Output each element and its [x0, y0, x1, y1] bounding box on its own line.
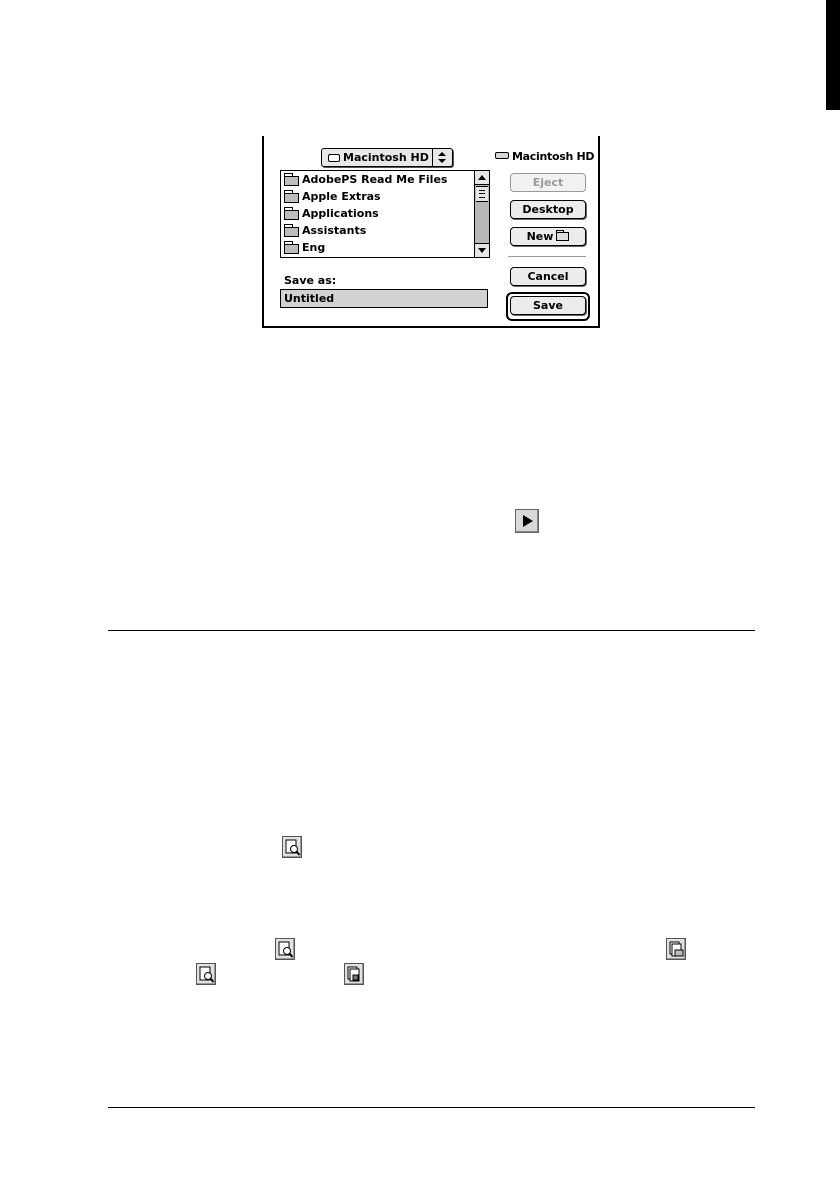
page-edge-tab — [826, 0, 840, 110]
location-popup-label: Macintosh HD — [343, 151, 429, 164]
volume-label: Macintosh HD — [495, 150, 595, 163]
play-triangle-icon[interactable] — [515, 509, 539, 533]
hard-disk-icon — [328, 154, 340, 162]
list-item[interactable]: Applications — [284, 205, 379, 222]
eject-button[interactable]: Eject — [510, 173, 586, 192]
volume-name: Macintosh HD — [512, 150, 595, 163]
scroll-thumb[interactable] — [476, 186, 488, 202]
default-button-ring: Save — [506, 292, 590, 321]
list-item-label: Applications — [302, 207, 379, 220]
new-folder-button[interactable]: New — [510, 227, 586, 246]
list-item-label: Eng — [302, 241, 326, 254]
folder-icon — [284, 173, 299, 186]
save-as-label: Save as: — [284, 274, 337, 287]
file-list-scrollbar[interactable] — [474, 171, 489, 257]
preview-magnifier-icon[interactable] — [282, 836, 302, 858]
file-list[interactable]: AdobePS Read Me Files Apple Extras Appli… — [280, 170, 490, 258]
folder-icon — [284, 190, 299, 203]
save-dialog: Macintosh HD Macintosh HD AdobePS Read M… — [262, 136, 600, 328]
scroll-up-arrow-icon[interactable] — [475, 171, 489, 185]
preview-magnifier-icon[interactable] — [196, 963, 216, 985]
folder-icon — [556, 230, 570, 241]
save-file-icon[interactable] — [344, 963, 364, 985]
desktop-button[interactable]: Desktop — [510, 200, 586, 219]
new-folder-button-label: New — [526, 230, 554, 243]
list-item-label: Apple Extras — [302, 190, 381, 203]
list-item[interactable]: Assistants — [284, 222, 366, 239]
list-item-label: AdobePS Read Me Files — [302, 173, 448, 186]
section-divider — [108, 630, 755, 631]
print-icon[interactable] — [666, 938, 686, 960]
list-item-label: Assistants — [302, 224, 367, 237]
preview-magnifier-icon[interactable] — [275, 938, 295, 960]
hard-disk-icon — [495, 152, 509, 159]
location-popup[interactable]: Macintosh HD — [321, 148, 453, 167]
folder-icon — [284, 241, 299, 254]
popup-arrows-icon — [432, 149, 452, 166]
footer-divider — [108, 1107, 755, 1108]
folder-icon — [284, 207, 299, 220]
save-button[interactable]: Save — [510, 296, 586, 315]
button-divider — [508, 256, 586, 257]
scroll-down-arrow-icon[interactable] — [475, 243, 489, 257]
list-item[interactable]: AdobePS Read Me Files — [284, 171, 447, 188]
list-item[interactable]: Apple Extras — [284, 188, 381, 205]
save-as-field[interactable]: Untitled — [280, 289, 488, 308]
folder-icon — [284, 224, 299, 237]
cancel-button[interactable]: Cancel — [510, 267, 586, 286]
list-item[interactable]: Eng — [284, 239, 325, 256]
